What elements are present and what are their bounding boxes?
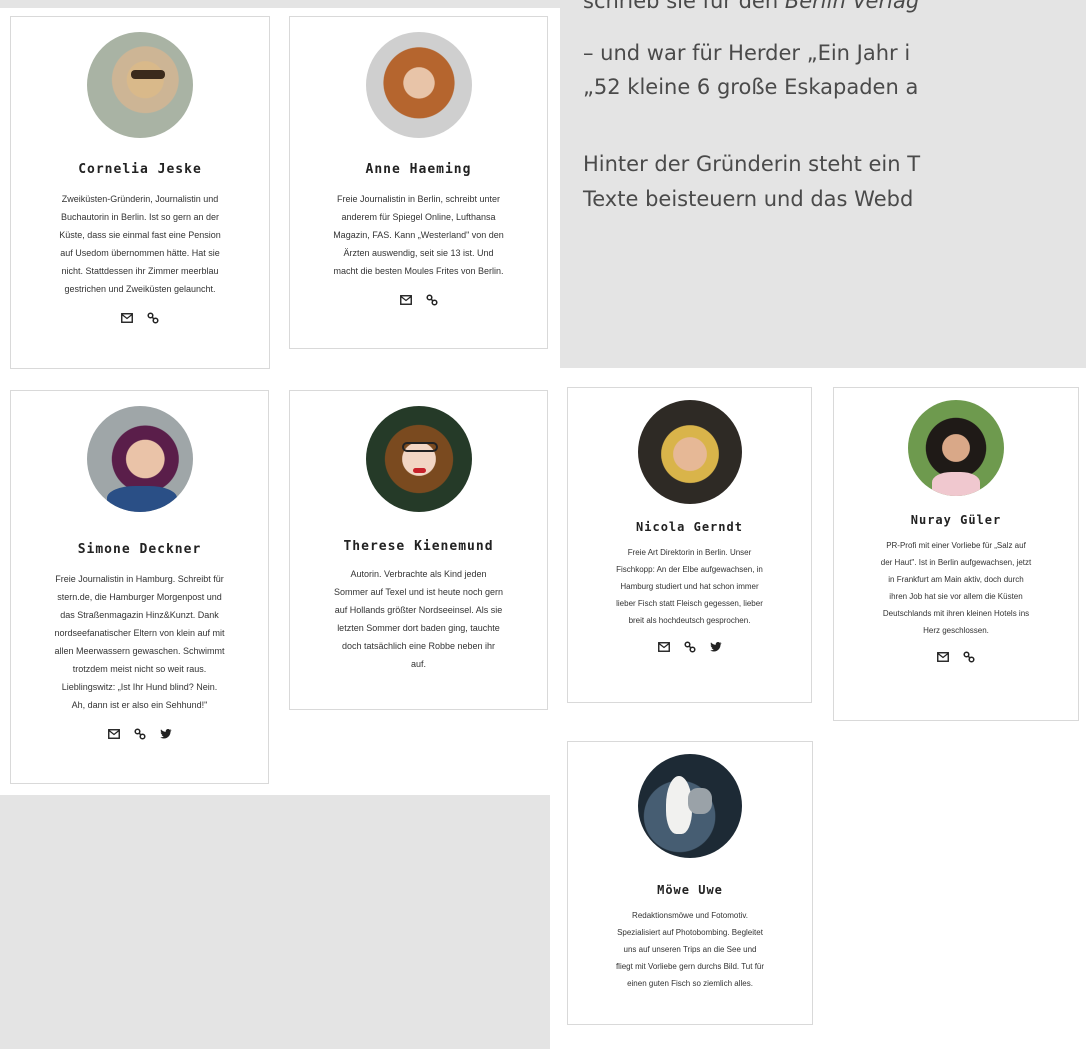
avatar bbox=[638, 754, 742, 858]
link-icon[interactable] bbox=[147, 312, 159, 324]
member-bio: Zweiküsten-Gründerin, Journalistin und Bu… bbox=[59, 194, 221, 294]
member-name: Cornelia Jeske bbox=[78, 162, 202, 177]
team-card-nuray: Nuray Güler PR-Profi mit einer Vorliebe … bbox=[833, 387, 1079, 721]
member-bio: PR-Profi mit einer Vorliebe für „Salz au… bbox=[880, 541, 1032, 635]
background-panel-bottom bbox=[0, 795, 550, 1049]
mail-icon[interactable] bbox=[121, 313, 133, 323]
member-bio: Freie Journalistin in Hamburg. Schreibt … bbox=[54, 574, 225, 710]
member-name: Möwe Uwe bbox=[657, 883, 723, 897]
avatar bbox=[908, 400, 1004, 496]
team-card-cornelia: Cornelia Jeske Zweiküsten-Gründerin, Jou… bbox=[10, 16, 270, 369]
intro-line-4: Hinter der Gründerin steht ein T bbox=[583, 152, 921, 176]
team-card-moewe: Möwe Uwe Redaktionsmöwe und Fotomotiv. Sp… bbox=[567, 741, 813, 1025]
intro-line-2: – und war für Herder „Ein Jahr i bbox=[583, 41, 911, 65]
mail-icon[interactable] bbox=[657, 642, 670, 652]
avatar bbox=[365, 406, 472, 512]
member-bio: Freie Journalistin in Berlin, schreibt u… bbox=[333, 194, 504, 276]
social-links bbox=[11, 728, 268, 740]
avatar bbox=[365, 32, 472, 138]
mail-icon[interactable] bbox=[937, 652, 949, 662]
avatar bbox=[86, 406, 193, 512]
team-card-nicola: Nicola Gerndt Freie Art Direktorin in Be… bbox=[567, 387, 812, 703]
social-links bbox=[11, 312, 269, 324]
member-name: Therese Kienemund bbox=[343, 539, 494, 554]
avatar bbox=[637, 400, 742, 504]
background-panel-top bbox=[0, 0, 560, 8]
link-icon[interactable] bbox=[133, 728, 146, 740]
avatar bbox=[87, 32, 193, 138]
social-links bbox=[290, 294, 547, 306]
member-name: Simone Deckner bbox=[77, 542, 202, 557]
mail-icon[interactable] bbox=[399, 295, 412, 305]
mail-icon[interactable] bbox=[107, 729, 120, 739]
member-name: Nuray Güler bbox=[910, 513, 1002, 527]
link-icon[interactable] bbox=[963, 651, 975, 663]
member-name: Nicola Gerndt bbox=[636, 520, 743, 534]
social-links bbox=[834, 651, 1078, 663]
member-bio: Autorin. Verbrachte als Kind jeden Sommer… bbox=[334, 569, 503, 669]
member-bio: Redaktionsmöwe und Fotomotiv. Spezialisie… bbox=[615, 911, 765, 988]
team-card-therese: Therese Kienemund Autorin. Verbrachte al… bbox=[289, 390, 548, 710]
member-bio: Freie Art Direktorin in Berlin. Unser Fis… bbox=[616, 548, 763, 625]
intro-line-5: Texte beisteuern und das Webd bbox=[583, 187, 914, 211]
intro-line-3: „52 kleine 6 große Eskapaden a bbox=[583, 75, 919, 99]
team-card-simone: Simone Deckner Freie Journalistin in Ham… bbox=[10, 390, 269, 784]
link-icon[interactable] bbox=[425, 294, 438, 306]
twitter-icon[interactable] bbox=[709, 642, 722, 652]
twitter-icon[interactable] bbox=[159, 729, 172, 739]
member-name: Anne Haeming bbox=[365, 162, 472, 177]
team-card-anne: Anne Haeming Freie Journalistin in Berli… bbox=[289, 16, 548, 349]
intro-line-1: schrieb sie für den Berlin Verlag bbox=[583, 0, 920, 13]
link-icon[interactable] bbox=[683, 641, 696, 653]
social-links bbox=[568, 641, 811, 653]
